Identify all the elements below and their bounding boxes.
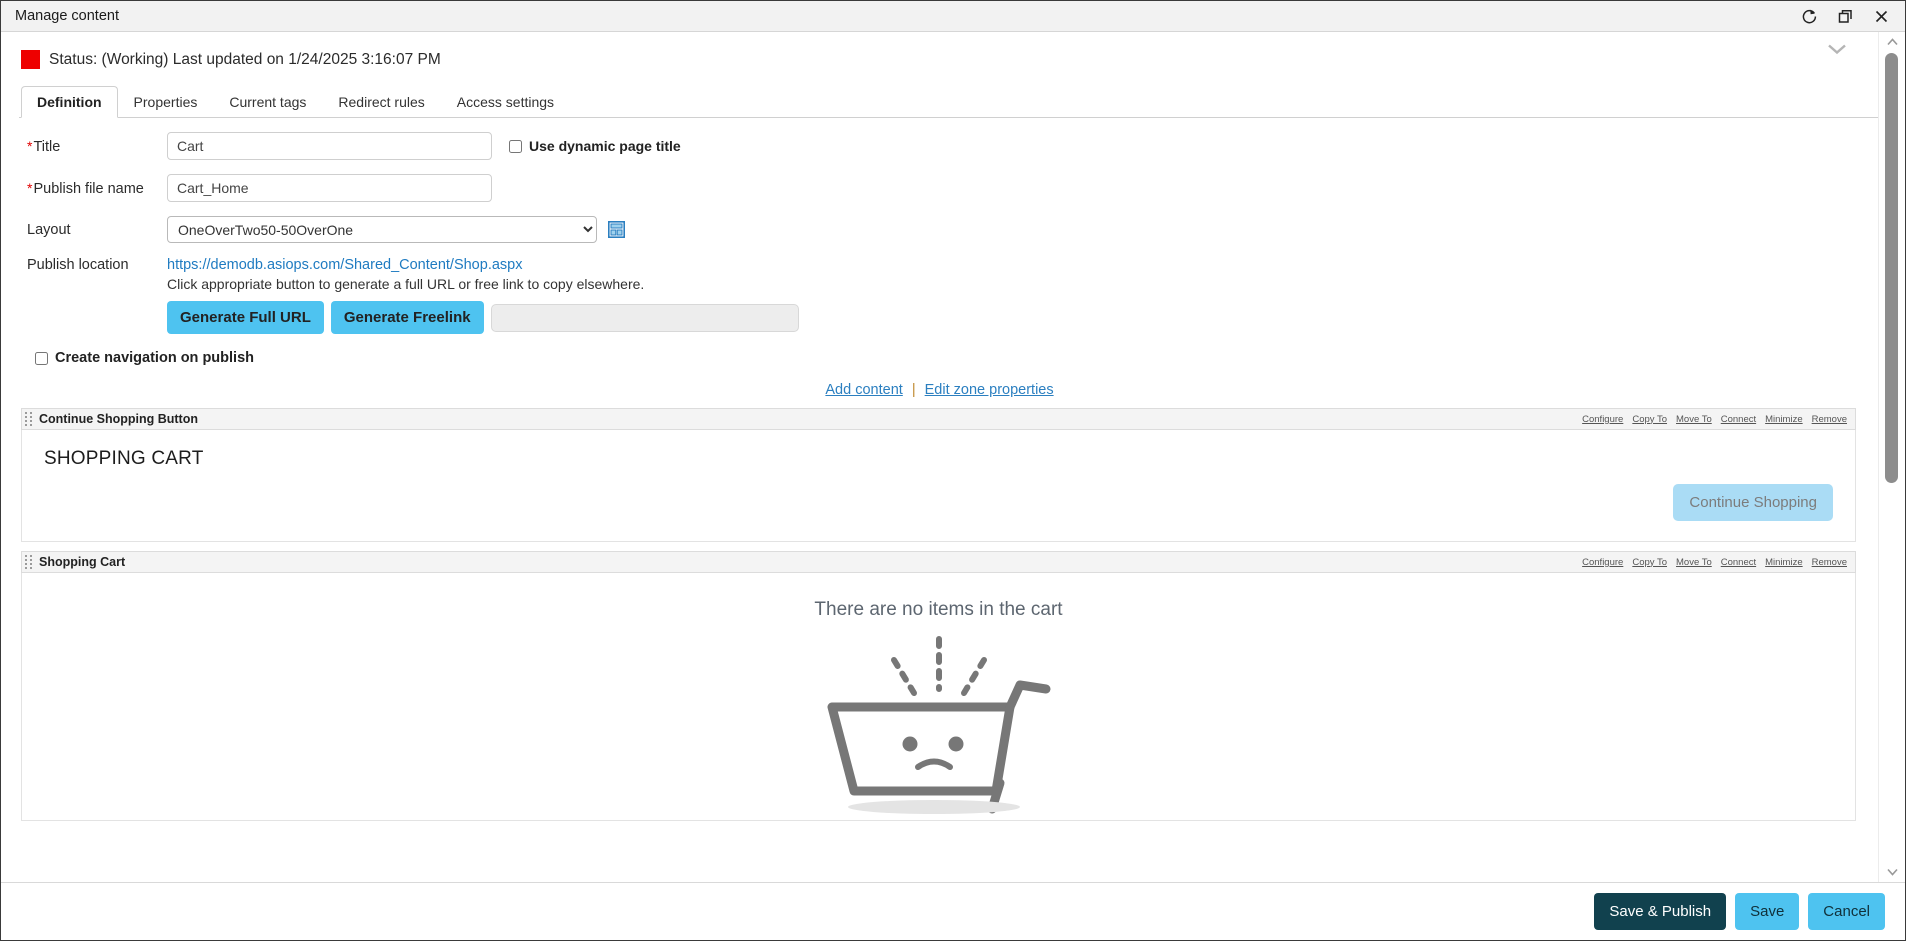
generate-full-url-button[interactable]: Generate Full URL [167,301,324,334]
use-dynamic-page-title-label: Use dynamic page title [529,138,681,154]
publish-location-label: Publish location [27,257,129,273]
publish-help-text: Click appropriate button to generate a f… [167,276,645,292]
zone-header: Continue Shopping Button Configure Copy … [21,408,1856,430]
zone-action-connect[interactable]: Connect [1721,414,1756,425]
zone-title: Continue Shopping Button [39,412,198,426]
tab-definition[interactable]: Definition [21,86,118,118]
title-input[interactable] [167,132,492,160]
zone-action-copy-to[interactable]: Copy To [1632,557,1667,568]
status-bar: Status: (Working) Last updated on 1/24/2… [1,32,1878,69]
refresh-icon[interactable] [1791,2,1827,30]
window-title: Manage content [15,8,119,24]
create-navigation-label: Create navigation on publish [55,350,254,366]
continue-shopping-button[interactable]: Continue Shopping [1673,484,1833,521]
save-button[interactable]: Save [1735,893,1800,930]
zone-action-copy-to[interactable]: Copy To [1632,414,1667,425]
publish-filename-input[interactable] [167,174,492,202]
publish-location-row: Publish location https://demodb.asiops.c… [27,257,1878,334]
sad-empty-cart-icon [827,636,1050,814]
zone-actions: Configure Copy To Move To Connect Minimi… [1582,557,1847,568]
dialog-footer: Save & Publish Save Cancel [1,882,1905,940]
edit-zone-properties-link[interactable]: Edit zone properties [925,382,1054,398]
create-navigation-group: Create navigation on publish [35,350,1878,366]
zone-toolbar: Add content | Edit zone properties [1,382,1878,398]
publish-location-link[interactable]: https://demodb.asiops.com/Shared_Content… [167,257,799,273]
layout-label: Layout [27,221,71,238]
vertical-scrollbar[interactable] [1878,32,1905,882]
layout-row: Layout OneOverTwo50-50OverOne [27,216,1878,243]
status-text: Status: (Working) Last updated on 1/24/2… [49,50,441,68]
dynamic-page-title-group: Use dynamic page title [509,138,681,154]
definition-form: *Title Use dynamic page title *Publish f… [1,118,1878,366]
title-field-row: *Title Use dynamic page title [27,132,1878,160]
close-icon[interactable] [1863,2,1899,30]
generate-freelink-button[interactable]: Generate Freelink [330,301,484,334]
scrollbar-thumb[interactable] [1885,53,1898,483]
layout-select[interactable]: OneOverTwo50-50OverOne [167,216,597,243]
tab-redirect-rules[interactable]: Redirect rules [322,86,440,118]
zone-shopping-cart: Shopping Cart Configure Copy To Move To … [21,551,1856,821]
window-titlebar: Manage content [1,1,1905,32]
zone-actions: Configure Copy To Move To Connect Minimi… [1582,414,1847,425]
drag-handle-icon[interactable] [25,555,33,569]
scroll-up-arrow-icon[interactable] [1879,35,1905,49]
zone-toolbar-separator: | [911,382,916,398]
required-marker: * [27,137,33,154]
zone-action-configure[interactable]: Configure [1582,557,1623,568]
restore-icon[interactable] [1827,2,1863,30]
zone-action-move-to[interactable]: Move To [1676,414,1712,425]
zone-action-remove[interactable]: Remove [1812,414,1847,425]
dialog-content: Status: (Working) Last updated on 1/24/2… [1,32,1878,882]
tab-bar: Definition Properties Current tags Redir… [19,85,1878,118]
publish-filename-label: *Publish file name [27,179,144,197]
zone-body: SHOPPING CART Continue Shopping [21,430,1856,542]
zone-action-move-to[interactable]: Move To [1676,557,1712,568]
empty-cart-message: There are no items in the cart [814,599,1063,620]
tab-current-tags[interactable]: Current tags [213,86,322,118]
tab-properties[interactable]: Properties [118,86,214,118]
zone-title: Shopping Cart [39,555,126,569]
create-navigation-checkbox[interactable] [35,351,48,365]
publish-filename-row: *Publish file name [27,174,1878,202]
drag-handle-icon[interactable] [25,412,33,426]
tab-access-settings[interactable]: Access settings [441,86,570,118]
zone-continue-shopping-button: Continue Shopping Button Configure Copy … [21,408,1856,542]
save-and-publish-button[interactable]: Save & Publish [1594,893,1727,930]
cancel-button[interactable]: Cancel [1808,893,1885,930]
scrollbar-track[interactable] [1879,49,1905,865]
scroll-down-arrow-icon[interactable] [1879,865,1905,879]
shopping-cart-heading: SHOPPING CART [44,448,204,469]
zone-action-minimize[interactable]: Minimize [1765,414,1802,425]
zone-action-remove[interactable]: Remove [1812,557,1847,568]
freelink-output-input[interactable] [490,303,799,332]
zone-action-minimize[interactable]: Minimize [1765,557,1802,568]
collapse-chevron-down-icon[interactable] [1822,36,1852,62]
manage-content-window: Manage content Status: (Working) Last up… [0,0,1906,941]
zone-action-configure[interactable]: Configure [1582,414,1623,425]
zone-body: There are no items in the cart [21,573,1856,821]
add-content-link[interactable]: Add content [825,382,902,398]
required-marker: * [27,179,33,196]
zone-action-connect[interactable]: Connect [1721,557,1756,568]
layout-picker-icon[interactable] [608,221,625,238]
status-flag-icon [21,50,40,69]
use-dynamic-page-title-checkbox[interactable] [509,139,522,153]
title-label: *Title [27,137,61,155]
zone-header: Shopping Cart Configure Copy To Move To … [21,551,1856,573]
